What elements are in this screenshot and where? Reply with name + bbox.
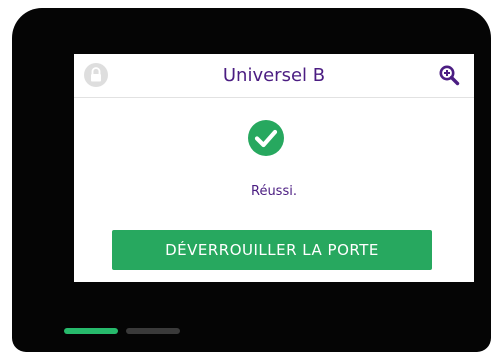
check-circle-icon	[246, 118, 286, 158]
screen-header: Universel B	[74, 54, 474, 98]
unlock-door-button[interactable]: DÉVERROUILLER LA PORTE	[112, 230, 432, 270]
touch-screen: Universel B Réussi. DÉVERROUILLER LA POR…	[74, 54, 474, 282]
page-indicator-dot[interactable]	[126, 328, 180, 334]
page-indicator-dot-active[interactable]	[64, 328, 118, 334]
page-title: Universel B	[222, 65, 326, 86]
search-plus-icon[interactable]	[438, 64, 460, 86]
device-bezel: Universel B Réussi. DÉVERROUILLER LA POR…	[12, 8, 491, 352]
lock-icon[interactable]	[84, 63, 108, 87]
status-message: Réussi.	[251, 184, 297, 199]
